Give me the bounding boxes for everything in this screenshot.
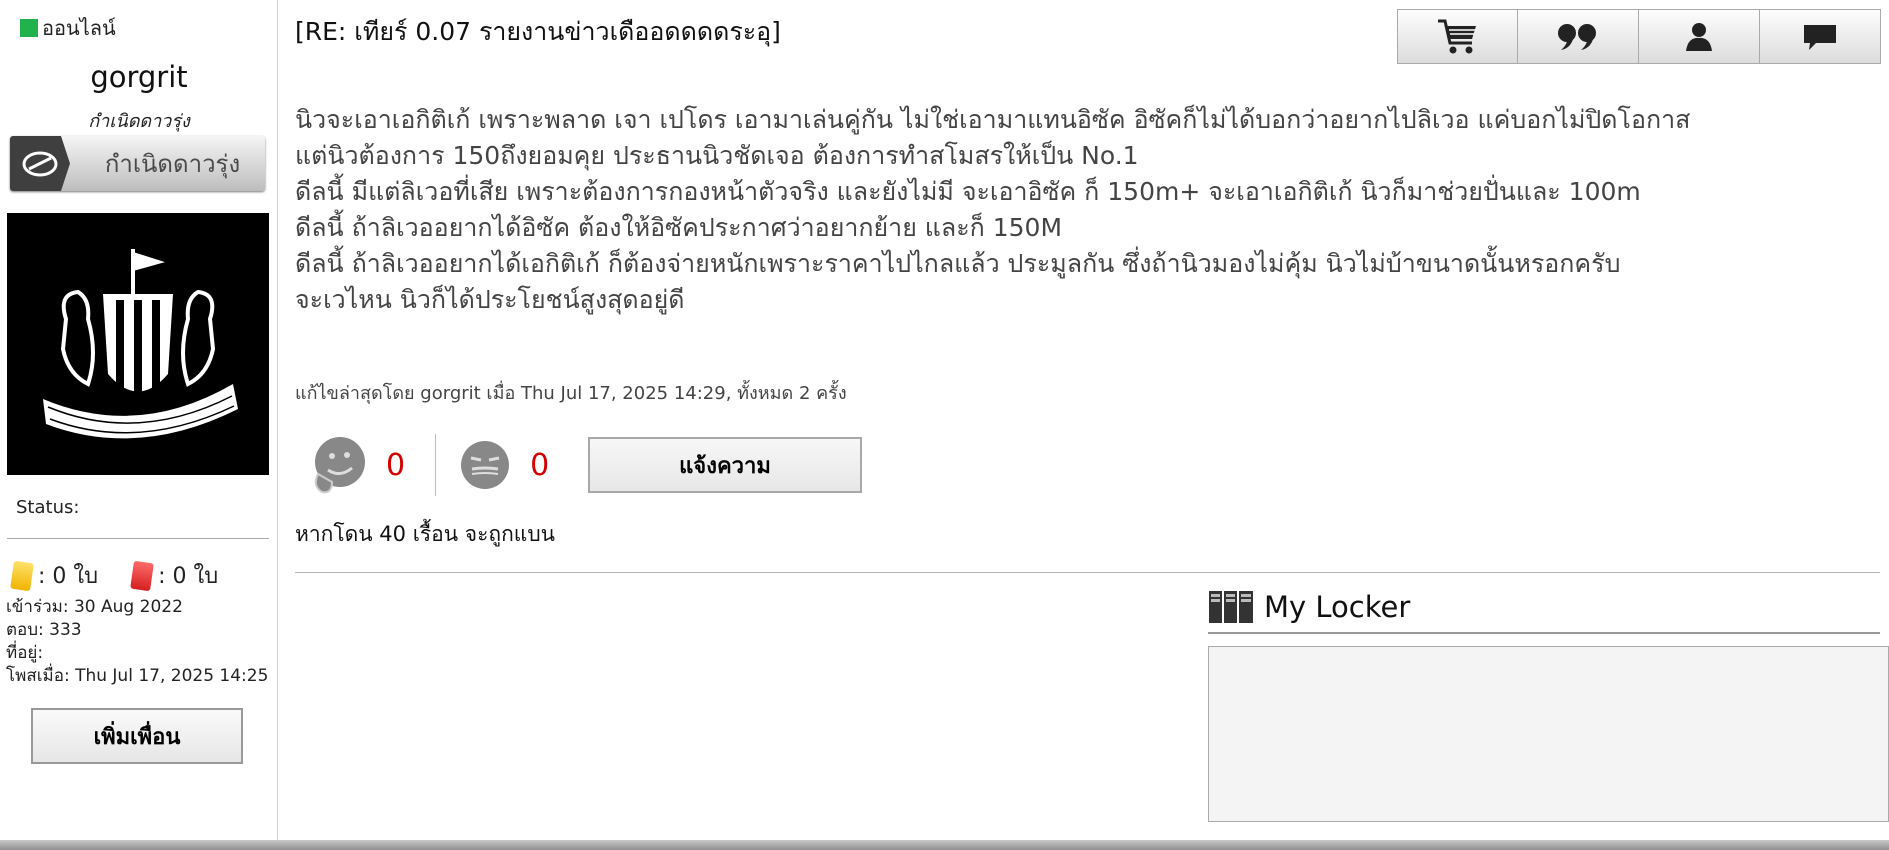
report-button[interactable]: แจ้งความ [588, 437, 862, 493]
rank-badge: กำเนิดดาวรุ่ง [10, 136, 265, 191]
post-line: นิวจะเอาเอกิติเก้ เพราะพลาด เจา เปโดร เอ… [295, 105, 1691, 134]
rank-title: กำเนิดดาวรุ่ง [88, 111, 190, 132]
profile-button[interactable] [1639, 9, 1760, 64]
card-counts: : 0 ใบ : 0 ใบ [10, 558, 219, 593]
red-card-icon [130, 560, 154, 591]
quote-icon [1558, 23, 1596, 50]
avatar[interactable] [7, 213, 269, 475]
status-label: Status: [16, 497, 80, 518]
post-line: จะเวไหน นิวก็ได้ประโยชน์สูงสุดอยู่ดี [295, 285, 685, 314]
yellow-card-icon [10, 560, 34, 591]
shop-button[interactable] [1397, 9, 1518, 64]
rank-badge-label: กำเนิดดาวรุ่ง [104, 150, 241, 178]
location: ที่อยู่: [6, 643, 44, 663]
like-reaction[interactable]: 0 [310, 434, 405, 496]
rank-badge-icon [10, 136, 70, 191]
edit-note: แก้ไขล่าสุดโดย gorgrit เมื่อ Thu Jul 17,… [295, 383, 847, 404]
add-friend-button[interactable]: เพิ่มเพื่อน [31, 708, 243, 764]
message-button[interactable] [1760, 9, 1881, 64]
dislike-reaction[interactable]: 0 [458, 438, 549, 492]
online-indicator-icon [20, 19, 38, 37]
tongue-face-icon[interactable] [310, 434, 368, 496]
divider [1208, 632, 1880, 634]
divider [295, 572, 1880, 573]
post-body: นิวจะเอาเอกิติเก้ เพราะพลาด เจา เปโดร เอ… [295, 102, 1880, 318]
post-line: ดีลนี้ ถ้าลิเวออยากได้เอกิติเก้ ก็ต้องจ่… [295, 249, 1621, 278]
divider [435, 434, 437, 496]
locker-icon [1209, 591, 1253, 623]
page-bottom-border [0, 840, 1889, 850]
reply-count: ตอบ: 333 [6, 620, 82, 640]
locker-title: My Locker [1264, 590, 1411, 624]
online-status: ออนไลน์ [20, 12, 116, 44]
locker-header: My Locker [1208, 590, 1410, 624]
joined-date: เข้าร่วม: 30 Aug 2022 [6, 597, 183, 617]
locker-content [1208, 646, 1889, 822]
post-line: ดีลนี้ ถ้าลิเวออยากได้อิซัค ต้องให้อิซัค… [295, 213, 1063, 242]
user-panel: ออนไลน์ gorgrit กำเนิดดาวรุ่ง กำเนิดดาวร… [0, 0, 278, 840]
divider [7, 538, 269, 539]
like-count: 0 [386, 447, 406, 483]
club-crest-icon [43, 249, 238, 439]
quote-button[interactable] [1518, 9, 1639, 64]
reactions: 0 0 [310, 434, 549, 496]
dislike-count: 0 [530, 447, 550, 483]
yellow-card-count: : 0 ใบ [38, 564, 99, 589]
online-label: ออนไลน์ [42, 16, 116, 40]
post-line: แต่นิวต้องการ 150ถึงยอมคุย ประธานนิวชัดเ… [295, 141, 1139, 170]
red-card-count: : 0 ใบ [158, 564, 219, 589]
user-meta: เข้าร่วม: 30 Aug 2022 ตอบ: 333 ที่อยู่: … [6, 596, 268, 688]
post-title[interactable]: [RE: เทียร์ 0.07 รายงานข่าวเดืออดดดดระอุ… [295, 12, 781, 52]
post-toolbar [1397, 9, 1881, 64]
post-line: ดีลนี้ มีแต่ลิเวอที่เสีย เพราะต้องการกอง… [295, 177, 1641, 206]
ban-warning: หากโดน 40 เรื้อน จะถูกแบน [295, 522, 556, 546]
profile-icon [1686, 22, 1712, 51]
message-icon [1804, 24, 1836, 50]
cart-icon [1437, 19, 1476, 53]
meh-face-icon[interactable] [458, 438, 512, 492]
posted-date: โพสเมื่อ: Thu Jul 17, 2025 14:25 [6, 666, 269, 686]
username[interactable]: gorgrit [0, 60, 278, 94]
